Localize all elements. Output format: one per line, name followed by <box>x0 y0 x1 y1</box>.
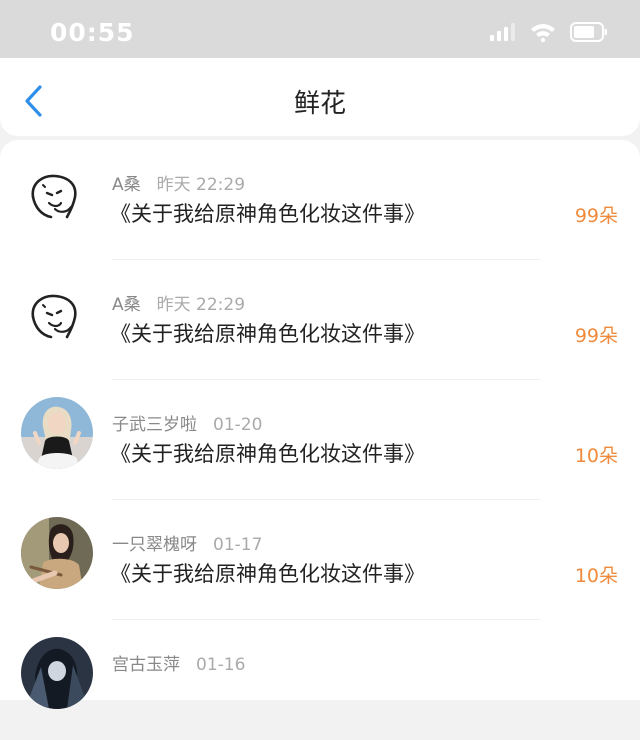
photo-avatar[interactable] <box>21 397 93 469</box>
status-time: 00:55 <box>50 18 135 47</box>
item-time: 昨天 22:29 <box>156 295 246 315</box>
doodle-avatar[interactable] <box>21 277 93 349</box>
item-time: 01-20 <box>213 415 263 435</box>
list-item[interactable]: 子武三岁啦 01-20 《关于我给原神角色化妆这件事》 10朵 <box>0 380 640 500</box>
flower-count: 10朵 <box>574 565 618 587</box>
work-title[interactable]: 《关于我给原神角色化妆这件事》 <box>110 198 425 228</box>
item-meta: 子武三岁啦 01-20 <box>112 410 262 435</box>
flower-count: 10朵 <box>574 445 618 467</box>
photo-avatar[interactable] <box>21 637 93 709</box>
user-name[interactable]: A桑 <box>112 175 141 195</box>
item-time: 昨天 22:29 <box>156 175 246 195</box>
nav-bar: 鲜花 <box>0 58 640 136</box>
list-item[interactable]: 一只翠槐呀 01-17 《关于我给原神角色化妆这件事》 10朵 <box>0 500 640 620</box>
signal-icon <box>490 23 515 41</box>
item-meta: 宫古玉萍 01-16 <box>112 650 245 675</box>
item-meta: A桑 昨天 22:29 <box>112 290 245 315</box>
flower-count: 99朵 <box>574 325 618 347</box>
user-name[interactable]: 宫古玉萍 <box>112 655 180 675</box>
user-name[interactable]: 子武三岁啦 <box>112 415 197 435</box>
list-item[interactable]: A桑 昨天 22:29 《关于我给原神角色化妆这件事》 99朵 <box>0 140 640 260</box>
battery-icon <box>570 22 607 42</box>
item-time: 01-17 <box>213 535 263 555</box>
user-name[interactable]: 一只翠槐呀 <box>112 535 197 555</box>
doodle-avatar[interactable] <box>21 157 93 229</box>
item-meta: 一只翠槐呀 01-17 <box>112 530 262 555</box>
item-time: 01-16 <box>196 655 246 675</box>
status-icons <box>490 22 608 42</box>
work-title[interactable]: 《关于我给原神角色化妆这件事》 <box>110 558 425 588</box>
work-title[interactable]: 《关于我给原神角色化妆这件事》 <box>110 438 425 468</box>
wifi-icon <box>531 24 555 42</box>
photo-avatar[interactable] <box>21 517 93 589</box>
item-meta: A桑 昨天 22:29 <box>112 170 245 195</box>
list-item[interactable]: A桑 昨天 22:29 《关于我给原神角色化妆这件事》 99朵 <box>0 260 640 380</box>
user-name[interactable]: A桑 <box>112 295 141 315</box>
flower-list: A桑 昨天 22:29 《关于我给原神角色化妆这件事》 99朵 A桑 昨天 22:2… <box>0 140 640 709</box>
flower-count: 99朵 <box>574 205 618 227</box>
page-title: 鲜花 <box>293 89 346 119</box>
list-item[interactable]: 宫古玉萍 01-16 <box>0 620 640 740</box>
work-title[interactable]: 《关于我给原神角色化妆这件事》 <box>110 318 425 348</box>
